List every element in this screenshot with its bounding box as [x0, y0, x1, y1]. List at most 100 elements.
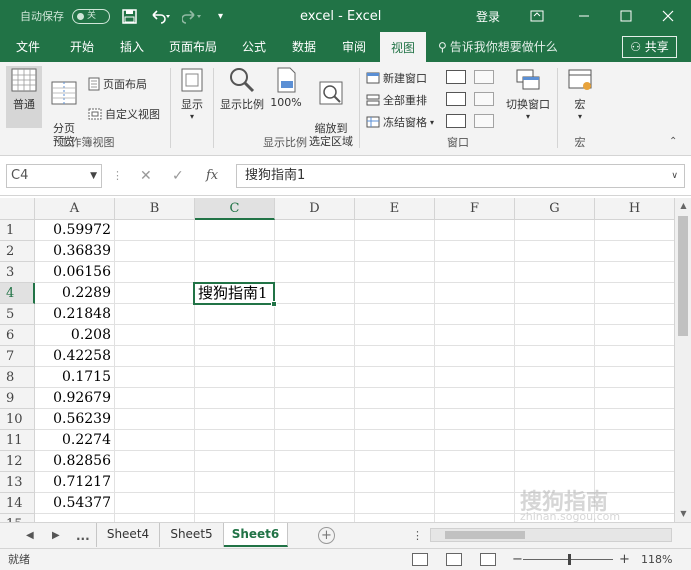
row-header-10[interactable]: 10 [0, 409, 35, 430]
fill-handle[interactable] [271, 301, 277, 307]
close-icon[interactable] [662, 0, 674, 32]
tab-review[interactable]: 审阅 [332, 32, 376, 62]
cell-b6[interactable] [115, 325, 195, 346]
sheet-tab-sheet5[interactable]: Sheet5 [160, 523, 224, 547]
tab-file[interactable]: 文件 [8, 32, 48, 62]
cell-a10[interactable]: 0.56239 [35, 409, 115, 430]
cell-g11[interactable] [515, 430, 595, 451]
cell-c1[interactable] [195, 220, 275, 241]
cell-d14[interactable] [275, 493, 355, 514]
zoom-in-icon[interactable]: + [619, 549, 630, 570]
select-all-corner[interactable] [0, 198, 35, 220]
tab-data[interactable]: 数据 [282, 32, 326, 62]
unhide-icon[interactable] [446, 114, 466, 128]
cell-h1[interactable] [595, 220, 675, 241]
cell-f14[interactable] [435, 493, 515, 514]
cell-d5[interactable] [275, 304, 355, 325]
cell-c15[interactable] [195, 514, 275, 522]
enter-icon[interactable]: ✓ [172, 164, 184, 188]
cell-c12[interactable] [195, 451, 275, 472]
cell-g2[interactable] [515, 241, 595, 262]
cell-f5[interactable] [435, 304, 515, 325]
cell-a8[interactable]: 0.1715 [35, 367, 115, 388]
cell-f3[interactable] [435, 262, 515, 283]
row-header-2[interactable]: 2 [0, 241, 35, 262]
formula-input[interactable]: 搜狗指南1 ∨ [236, 164, 685, 188]
next-sheet-icon[interactable]: ▶ [52, 523, 60, 549]
custom-views-button[interactable]: 自定义视图 [88, 106, 160, 122]
cell-e7[interactable] [355, 346, 435, 367]
cell-c10[interactable] [195, 409, 275, 430]
cell-d7[interactable] [275, 346, 355, 367]
row-header-6[interactable]: 6 [0, 325, 35, 346]
cell-a13[interactable]: 0.71217 [35, 472, 115, 493]
more-sheets-button[interactable]: ... [76, 523, 90, 549]
zoom-slider-knob[interactable] [568, 554, 571, 565]
cell-f13[interactable] [435, 472, 515, 493]
page-break-status-icon[interactable] [480, 553, 496, 566]
new-window-button[interactable]: 新建窗口 [366, 70, 427, 86]
row-header-14[interactable]: 14 [0, 493, 35, 514]
cell-e15[interactable] [355, 514, 435, 522]
cell-e12[interactable] [355, 451, 435, 472]
minimize-icon[interactable] [578, 0, 590, 32]
collapse-ribbon-icon[interactable]: ⌃ [669, 136, 677, 147]
cell-f2[interactable] [435, 241, 515, 262]
freeze-panes-button[interactable]: 冻结窗格 ▾ [366, 114, 434, 130]
row-header-12[interactable]: 12 [0, 451, 35, 472]
cell-b13[interactable] [115, 472, 195, 493]
cell-a3[interactable]: 0.06156 [35, 262, 115, 283]
cell-h11[interactable] [595, 430, 675, 451]
cell-g4[interactable] [515, 283, 595, 304]
cell-c8[interactable] [195, 367, 275, 388]
cell-c6[interactable] [195, 325, 275, 346]
cell-b2[interactable] [115, 241, 195, 262]
cell-b11[interactable] [115, 430, 195, 451]
cell-a6[interactable]: 0.208 [35, 325, 115, 346]
cell-g3[interactable] [515, 262, 595, 283]
cell-h12[interactable] [595, 451, 675, 472]
cell-e11[interactable] [355, 430, 435, 451]
cell-e5[interactable] [355, 304, 435, 325]
cell-d2[interactable] [275, 241, 355, 262]
cell-e2[interactable] [355, 241, 435, 262]
cell-h7[interactable] [595, 346, 675, 367]
cell-b12[interactable] [115, 451, 195, 472]
page-break-preview-button[interactable]: 分页 预览 [46, 66, 82, 148]
name-box[interactable]: C4 ▼ [6, 164, 102, 188]
row-header-1[interactable]: 1 [0, 220, 35, 241]
row-header-15[interactable]: 15 [0, 514, 35, 522]
login-button[interactable]: 登录 [476, 0, 500, 32]
prev-sheet-icon[interactable]: ◀ [26, 523, 34, 549]
zoom-button[interactable]: 显示比例 [217, 66, 267, 128]
row-header-7[interactable]: 7 [0, 346, 35, 367]
tell-me-box[interactable]: ⚲ 告诉我你想要做什么 [438, 32, 558, 62]
arrange-all-button[interactable]: 全部重排 [366, 92, 427, 108]
cell-f1[interactable] [435, 220, 515, 241]
add-sheet-icon[interactable]: + [318, 527, 335, 544]
cell-g1[interactable] [515, 220, 595, 241]
cell-c3[interactable] [195, 262, 275, 283]
macros-button[interactable]: 宏 ▾ [562, 66, 598, 128]
sheet-tab-sheet4[interactable]: Sheet4 [96, 523, 160, 547]
cell-e1[interactable] [355, 220, 435, 241]
cell-g8[interactable] [515, 367, 595, 388]
cell-h10[interactable] [595, 409, 675, 430]
cell-h8[interactable] [595, 367, 675, 388]
column-header-b[interactable]: B [115, 198, 195, 220]
vertical-scrollbar[interactable]: ▲ ▼ [674, 198, 691, 522]
cell-g10[interactable] [515, 409, 595, 430]
cell-b9[interactable] [115, 388, 195, 409]
cell-f15[interactable] [435, 514, 515, 522]
view-side-by-side-icon[interactable] [474, 70, 494, 84]
cell-e6[interactable] [355, 325, 435, 346]
cell-b7[interactable] [115, 346, 195, 367]
cell-f10[interactable] [435, 409, 515, 430]
scroll-down-icon[interactable]: ▼ [675, 506, 691, 522]
hide-icon[interactable] [446, 92, 466, 106]
cell-d15[interactable] [275, 514, 355, 522]
insert-function-icon[interactable]: fx [206, 164, 218, 188]
cell-c9[interactable] [195, 388, 275, 409]
normal-view-status-icon[interactable] [412, 553, 428, 566]
zoom-to-selection-button[interactable]: 缩放到 选定区域 [306, 66, 356, 148]
